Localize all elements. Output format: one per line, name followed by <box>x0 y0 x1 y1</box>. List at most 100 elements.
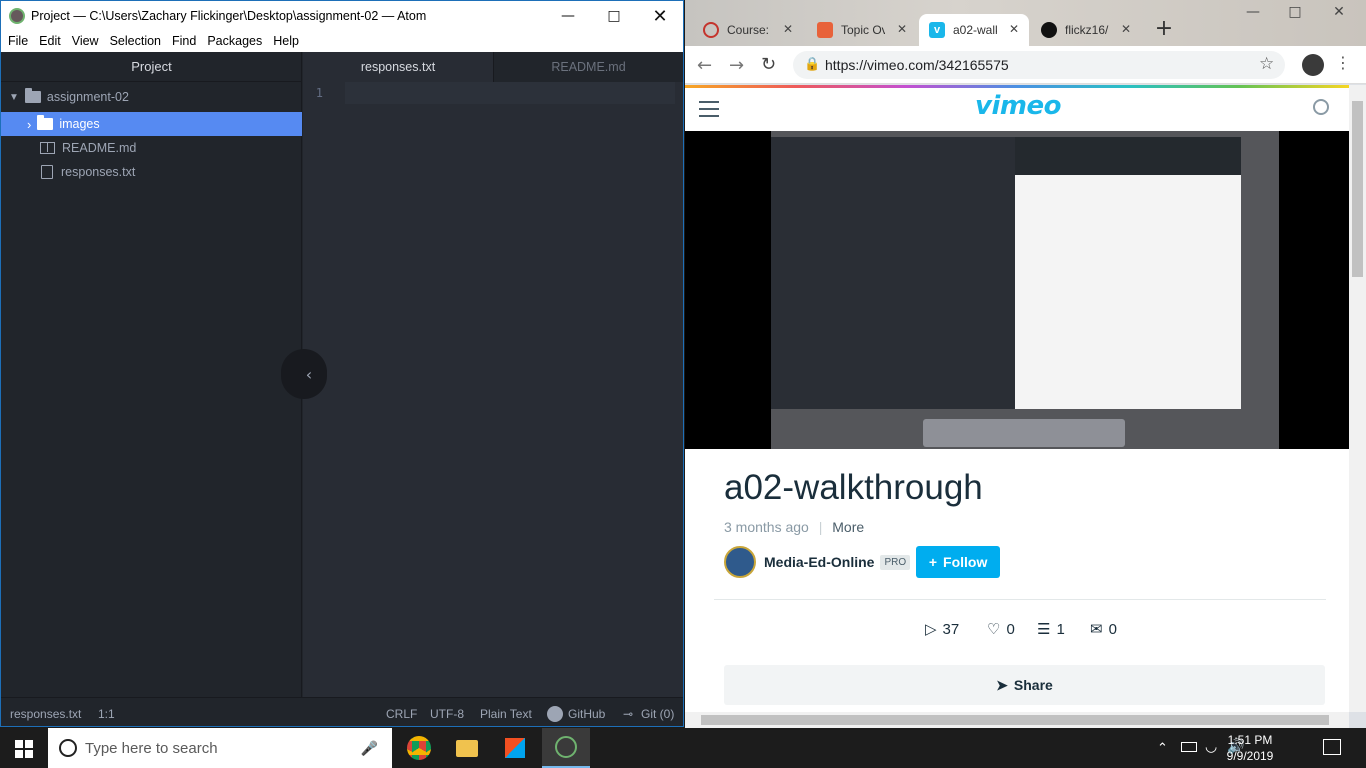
vimeo-logo[interactable]: vimeo <box>975 91 1061 121</box>
comments-stat[interactable]: ✉ 0 <box>1090 620 1117 639</box>
close-button[interactable]: ✕ <box>637 1 683 31</box>
status-cursor-position[interactable]: 1:1 <box>98 707 115 721</box>
git-branch-icon: ⊸ <box>623 707 634 721</box>
menu-packages[interactable]: Packages <box>202 31 268 52</box>
notifications-icon[interactable] <box>1323 739 1341 755</box>
tree-item-responses[interactable]: responses.txt <box>1 160 302 184</box>
channel-row: Media-Ed-Online PRO + Follow <box>724 545 1001 579</box>
forward-arrow-icon[interactable]: → <box>729 55 744 76</box>
system-clock[interactable]: 1:51 PM 9/9/2019 <box>1218 732 1282 764</box>
lock-icon: 🔒 <box>804 56 821 71</box>
tray-chevron-up-icon[interactable]: ⌃ <box>1157 740 1168 756</box>
atom-taskbar-app[interactable] <box>542 728 590 768</box>
menu-find[interactable]: Find <box>167 31 202 52</box>
follow-button[interactable]: + Follow <box>916 546 1001 578</box>
play-icon: ▷ <box>925 621 937 638</box>
editor-pane: responses.txt README.md 1 <box>303 52 683 697</box>
status-line-ending[interactable]: CRLF <box>386 707 417 721</box>
send-icon: ➤ <box>996 676 1008 693</box>
status-encoding[interactable]: UTF-8 <box>430 707 464 721</box>
menu-selection[interactable]: Selection <box>105 31 167 52</box>
rainbow-bar <box>685 85 1349 88</box>
star-icon[interactable]: ☆ <box>1259 54 1274 74</box>
new-tab-button[interactable]: + <box>1152 18 1176 42</box>
close-tab-icon[interactable]: ✕ <box>897 22 907 36</box>
store-icon <box>505 738 525 758</box>
heart-icon: ♡ <box>987 621 1001 638</box>
menu-bar: File Edit View Selection Find Packages H… <box>1 31 683 52</box>
github-icon <box>1041 22 1057 38</box>
menu-help[interactable]: Help <box>268 31 305 52</box>
likes-stat[interactable]: ♡ 0 <box>987 620 1015 639</box>
tab-responses[interactable]: responses.txt <box>303 52 493 82</box>
status-file[interactable]: responses.txt <box>10 707 81 721</box>
menu-edit[interactable]: Edit <box>34 31 67 52</box>
profile-avatar[interactable] <box>1302 54 1324 76</box>
explorer-taskbar-app[interactable] <box>443 728 491 768</box>
tree-root-folder[interactable]: ▼ assignment-02 <box>1 85 302 109</box>
windows-start-icon[interactable] <box>15 740 33 758</box>
browser-tab-github[interactable]: flickz16/ ✕ <box>1031 14 1141 46</box>
menu-file[interactable]: File <box>3 31 34 52</box>
search-icon[interactable] <box>1313 99 1329 115</box>
menu-dots-icon[interactable]: ⋮ <box>1335 53 1351 72</box>
collections-stat[interactable]: ☰ 1 <box>1037 620 1065 639</box>
video-player[interactable] <box>685 131 1349 449</box>
status-git[interactable]: Git (0) <box>641 707 674 721</box>
channel-name[interactable]: Media-Ed-Online <box>764 554 874 570</box>
tree-item-readme[interactable]: README.md <box>1 136 302 160</box>
plays-stat[interactable]: ▷ 37 <box>925 620 959 639</box>
reload-icon[interactable]: ↻ <box>761 54 776 75</box>
clock-time: 1:51 PM <box>1227 733 1273 747</box>
address-bar[interactable]: 🔒 https://vimeo.com/342165575 ☆ <box>793 51 1285 79</box>
more-link[interactable]: More <box>832 519 864 535</box>
video-frame <box>771 131 1279 449</box>
horizontal-scrollbar[interactable] <box>685 712 1349 728</box>
vertical-scrollbar[interactable] <box>1349 85 1366 712</box>
channel-avatar[interactable] <box>724 546 756 578</box>
browser-tab-course[interactable]: Course: I ✕ <box>693 14 803 46</box>
comment-icon: ✉ <box>1090 621 1103 638</box>
browser-tab-topic[interactable]: Topic Ov ✕ <box>807 14 917 46</box>
book-icon <box>40 142 55 154</box>
taskbar: Type here to search 🎤 ⌃ ◡ 🔊 1:51 PM 9/9/… <box>0 728 1366 768</box>
taskbar-search[interactable]: Type here to search 🎤 <box>48 728 392 768</box>
github-icon <box>547 706 563 722</box>
chrome-maximize-button[interactable]: □ <box>1275 4 1315 28</box>
wifi-icon[interactable]: ◡ <box>1205 738 1217 755</box>
maximize-button[interactable]: □ <box>591 1 637 31</box>
collapse-tree-button[interactable]: ‹ <box>281 349 327 399</box>
chrome-tab-strip: Course: I ✕ Topic Ov ✕ v a02-walk ✕ flic… <box>685 0 1366 46</box>
hamburger-menu-icon[interactable] <box>699 101 719 117</box>
menu-view[interactable]: View <box>67 31 105 52</box>
chrome-taskbar-app[interactable] <box>395 728 443 768</box>
status-bar: responses.txt 1:1 CRLF UTF-8 Plain Text … <box>1 697 683 726</box>
tree-view-title[interactable]: Project <box>1 52 302 82</box>
layers-icon: ☰ <box>1037 621 1051 638</box>
vimeo-icon: v <box>929 22 945 38</box>
atom-titlebar[interactable]: Project — C:\Users\Zachary Flickinger\De… <box>1 1 683 31</box>
tree-root-label: assignment-02 <box>46 90 129 104</box>
editor-text-area[interactable] <box>345 82 675 104</box>
scroll-thumb[interactable] <box>1352 101 1363 277</box>
microphone-icon[interactable]: 🎤 <box>361 740 378 757</box>
share-button[interactable]: ➤ Share <box>724 665 1325 705</box>
chrome-close-button[interactable]: ✕ <box>1319 4 1359 28</box>
tree-view: Project ▼ assignment-02 › images README.… <box>1 52 302 697</box>
scroll-thumb[interactable] <box>701 715 1329 725</box>
tab-readme[interactable]: README.md <box>493 52 683 82</box>
browser-tab-vimeo[interactable]: v a02-walk ✕ <box>919 14 1029 46</box>
battery-icon[interactable] <box>1181 742 1197 752</box>
back-arrow-icon[interactable]: ← <box>697 55 712 76</box>
video-title: a02-walkthrough <box>724 468 983 507</box>
close-tab-icon[interactable]: ✕ <box>1121 22 1131 36</box>
store-taskbar-app[interactable] <box>491 728 539 768</box>
close-tab-icon[interactable]: ✕ <box>1009 22 1019 36</box>
chrome-minimize-button[interactable]: — <box>1233 4 1273 28</box>
status-github[interactable]: GitHub <box>568 707 605 721</box>
video-browser-preview <box>1015 137 1241 409</box>
status-grammar[interactable]: Plain Text <box>480 707 532 721</box>
tree-item-images[interactable]: › images <box>1 112 302 136</box>
minimize-button[interactable]: — <box>545 1 591 31</box>
close-tab-icon[interactable]: ✕ <box>783 22 793 36</box>
